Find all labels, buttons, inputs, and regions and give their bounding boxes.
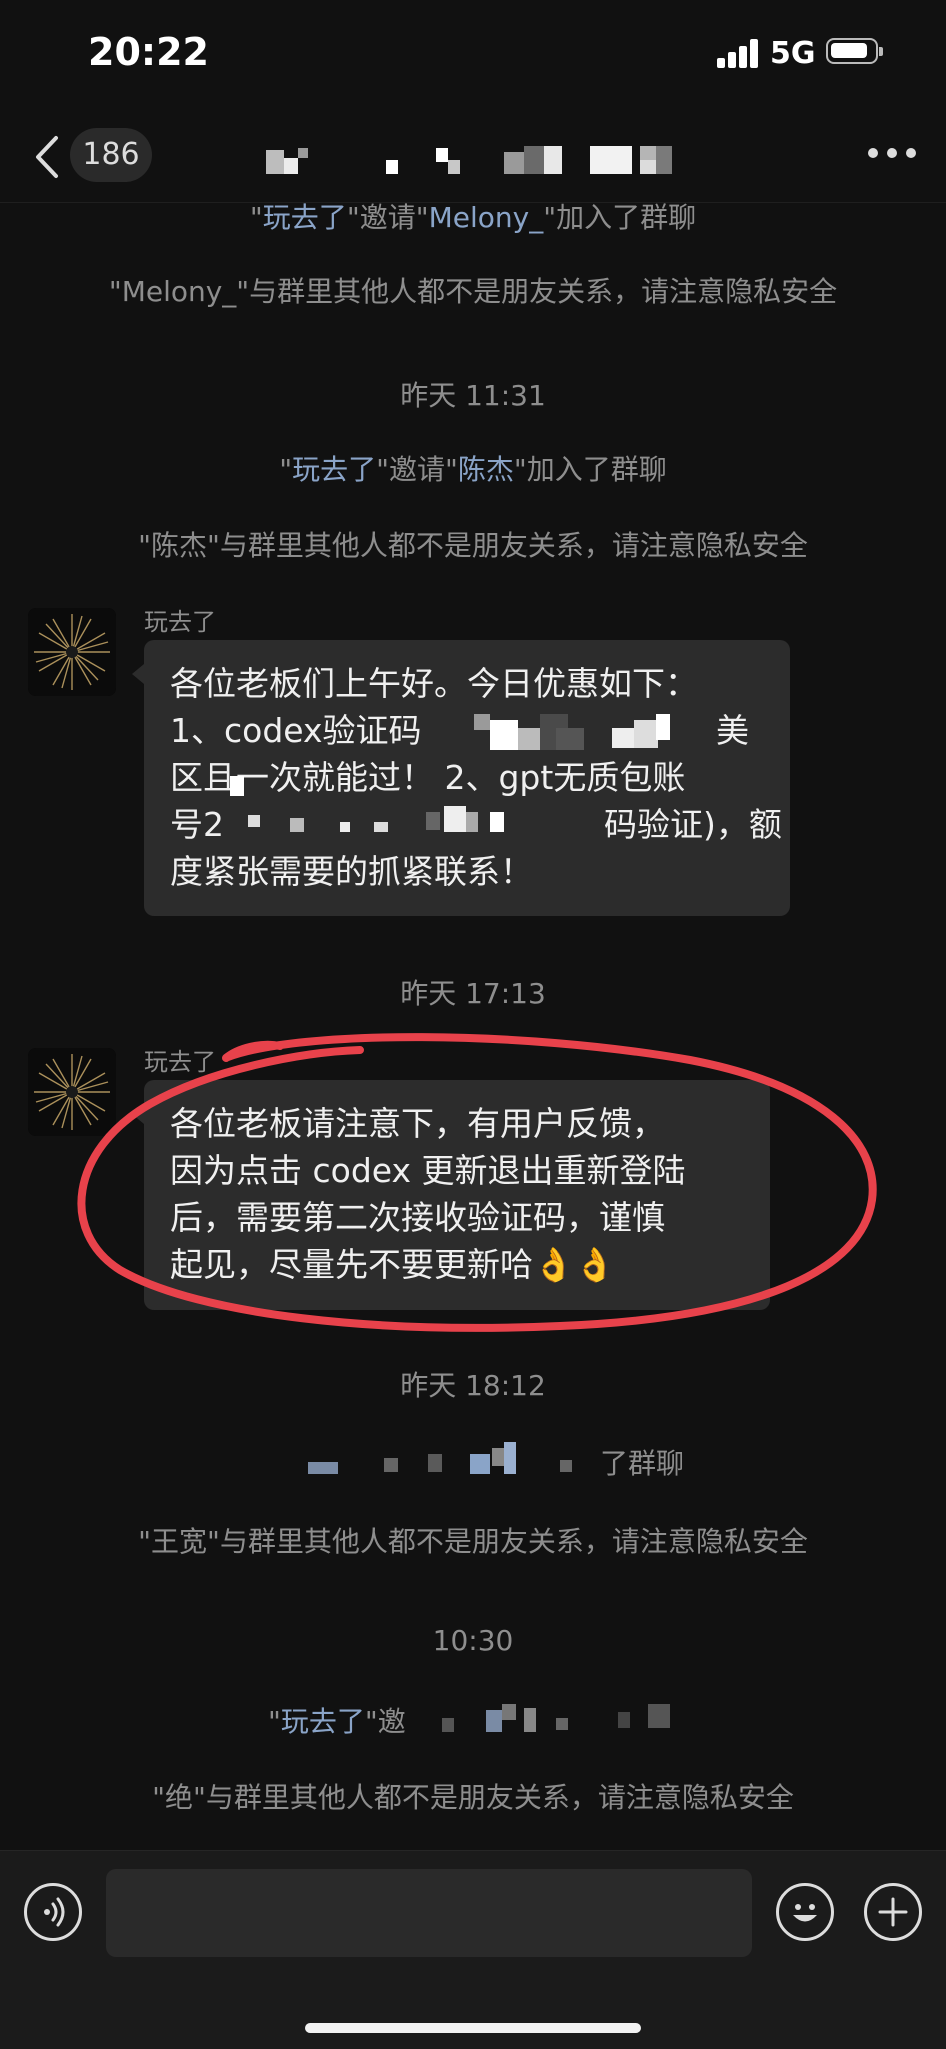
home-indicator[interactable]: [305, 2023, 641, 2033]
system-notice-privacy: "绝"与群里其他人都不是朋友关系，请注意隐私安全: [152, 1781, 794, 1814]
more-icon: [868, 148, 878, 158]
message-bubble[interactable]: 各位老板们上午好。今日优惠如下： 1、codex验证码 区且一次就能过！ 2、g…: [132, 640, 790, 916]
system-notice-privacy: "王宽"与群里其他人都不是朋友关系，请注意隐私安全: [138, 1525, 808, 1558]
notice-user-link[interactable]: 玩去了: [263, 201, 347, 234]
emoji-button[interactable]: [776, 1883, 834, 1941]
message-line: 起见，尽量先不要更新哈👌👌: [170, 1245, 616, 1284]
message-bubble[interactable]: 各位老板请注意下，有用户反馈， 因为点击 codex 更新退出重新登陆 后，需要…: [132, 1080, 770, 1310]
network-label: 5G: [770, 36, 816, 71]
message-input[interactable]: [106, 1869, 752, 1957]
notice-user-link[interactable]: 玩去了: [292, 453, 376, 486]
status-time: 20:22: [88, 30, 209, 74]
avatar[interactable]: [28, 1048, 116, 1136]
system-notice-privacy: "Melony_"与群里其他人都不是朋友关系，请注意隐私安全: [108, 275, 838, 308]
message-line: 后，需要第二次接收验证码，谨慎: [170, 1198, 665, 1237]
sunburst-avatar-icon: [28, 1048, 116, 1136]
battery-level: [831, 43, 867, 58]
timestamp: 昨天 17:13: [400, 977, 546, 1010]
notice-user-link[interactable]: 玩去了: [281, 1705, 365, 1738]
sender-name: 玩去了: [144, 608, 216, 636]
group-title-redacted: [260, 146, 700, 176]
signal-icon: [717, 38, 761, 68]
system-notice-invite: "玩去了"邀请"陈杰"加入了群聊: [279, 453, 667, 486]
sender-name: 玩去了: [144, 1048, 216, 1076]
avatar[interactable]: [28, 608, 116, 696]
timestamp: 10:30: [432, 1624, 514, 1657]
timestamp: 昨天 11:31: [400, 379, 546, 412]
message-list: "玩去了"邀请"Melony_"加入了群聊 "Melony_"与群里其他人都不是…: [0, 201, 946, 1850]
timestamp: 昨天 18:12: [400, 1369, 546, 1402]
chevron-left-icon: [36, 136, 58, 178]
status-bar: 20:22 5G: [0, 0, 946, 110]
message-line: 各位老板们上午好。今日优惠如下：: [170, 664, 698, 703]
battery-icon: [826, 38, 883, 64]
notice-tail: 了群聊: [600, 1447, 685, 1480]
more-button[interactable]: [868, 148, 916, 162]
back-button[interactable]: [30, 132, 64, 182]
voice-button[interactable]: [24, 1883, 82, 1941]
plus-button[interactable]: [864, 1883, 922, 1941]
chat-header: 186: [0, 110, 946, 203]
system-notice-privacy: "陈杰"与群里其他人都不是朋友关系，请注意隐私安全: [138, 529, 808, 562]
emoji-icon: [793, 1904, 817, 1922]
message-line: 各位老板请注意下，有用户反馈，: [170, 1104, 665, 1143]
message-line: 因为点击 codex 更新退出重新登陆: [170, 1151, 686, 1190]
message-fragment: 美: [716, 711, 749, 750]
message-line: 度紧张需要的抓紧联系！: [170, 852, 533, 891]
message-line: 1、codex验证码: [170, 711, 422, 750]
sunburst-avatar-icon: [28, 608, 116, 696]
unread-count-badge[interactable]: 186: [70, 128, 152, 182]
message-line: 区且一次就能过！ 2、gpt无质包账: [170, 758, 686, 797]
input-bar: [0, 1850, 946, 2049]
plus-icon: [878, 1897, 908, 1927]
voice-icon: [44, 1897, 65, 1927]
message-fragment: 码验证)，额: [604, 805, 782, 844]
